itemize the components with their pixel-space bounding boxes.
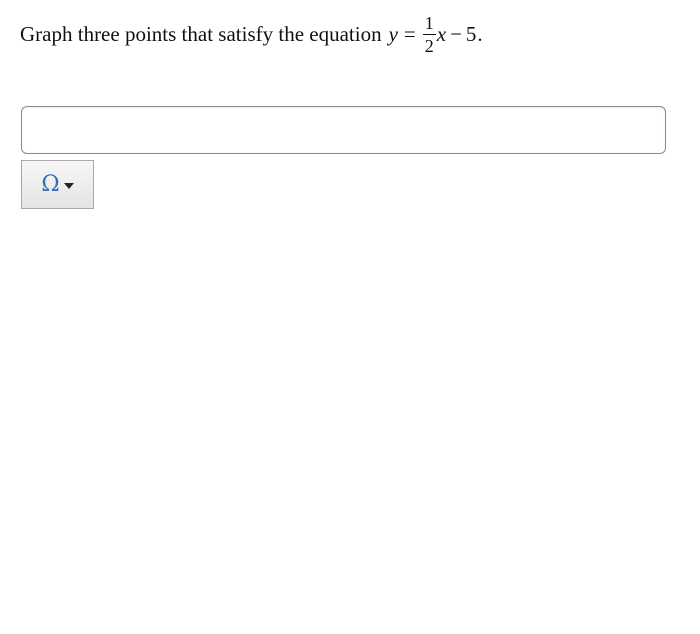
equation-period: . xyxy=(477,22,483,46)
question-text: Graph three points that satisfy the equa… xyxy=(20,22,382,46)
equation-constant: 5 xyxy=(465,22,477,46)
equation-lhs: y xyxy=(388,22,398,46)
question-prompt: Graph three points that satisfy the equa… xyxy=(20,14,483,55)
answer-input[interactable] xyxy=(21,106,666,154)
fraction-denominator: 2 xyxy=(424,36,434,56)
fraction-numerator: 1 xyxy=(422,13,436,35)
omega-icon: Ω xyxy=(41,171,60,197)
equation-minus: − xyxy=(450,22,462,46)
equation-fraction: 1 2 xyxy=(422,13,436,56)
equation-equals: = xyxy=(403,22,416,46)
symbol-menu-button[interactable]: Ω xyxy=(21,160,94,209)
equation: y = 1 2 x − 5 . xyxy=(389,14,483,55)
chevron-down-icon xyxy=(63,182,74,189)
equation-variable: x xyxy=(436,22,447,46)
